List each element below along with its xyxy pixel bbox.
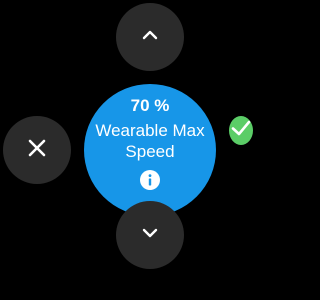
check-icon [229, 116, 253, 145]
confirm-button[interactable] [229, 116, 253, 145]
increase-button[interactable] [116, 3, 184, 71]
decrease-button[interactable] [116, 201, 184, 269]
chevron-up-icon [141, 26, 159, 49]
close-icon [27, 138, 47, 163]
chevron-down-icon [141, 224, 159, 247]
info-icon[interactable] [140, 170, 160, 190]
setting-label: Wearable Max Speed [95, 121, 205, 161]
setting-dial: 70 % Wearable Max Speed [84, 84, 216, 216]
cancel-button[interactable] [3, 116, 71, 184]
setting-value: 70 % [130, 96, 170, 115]
